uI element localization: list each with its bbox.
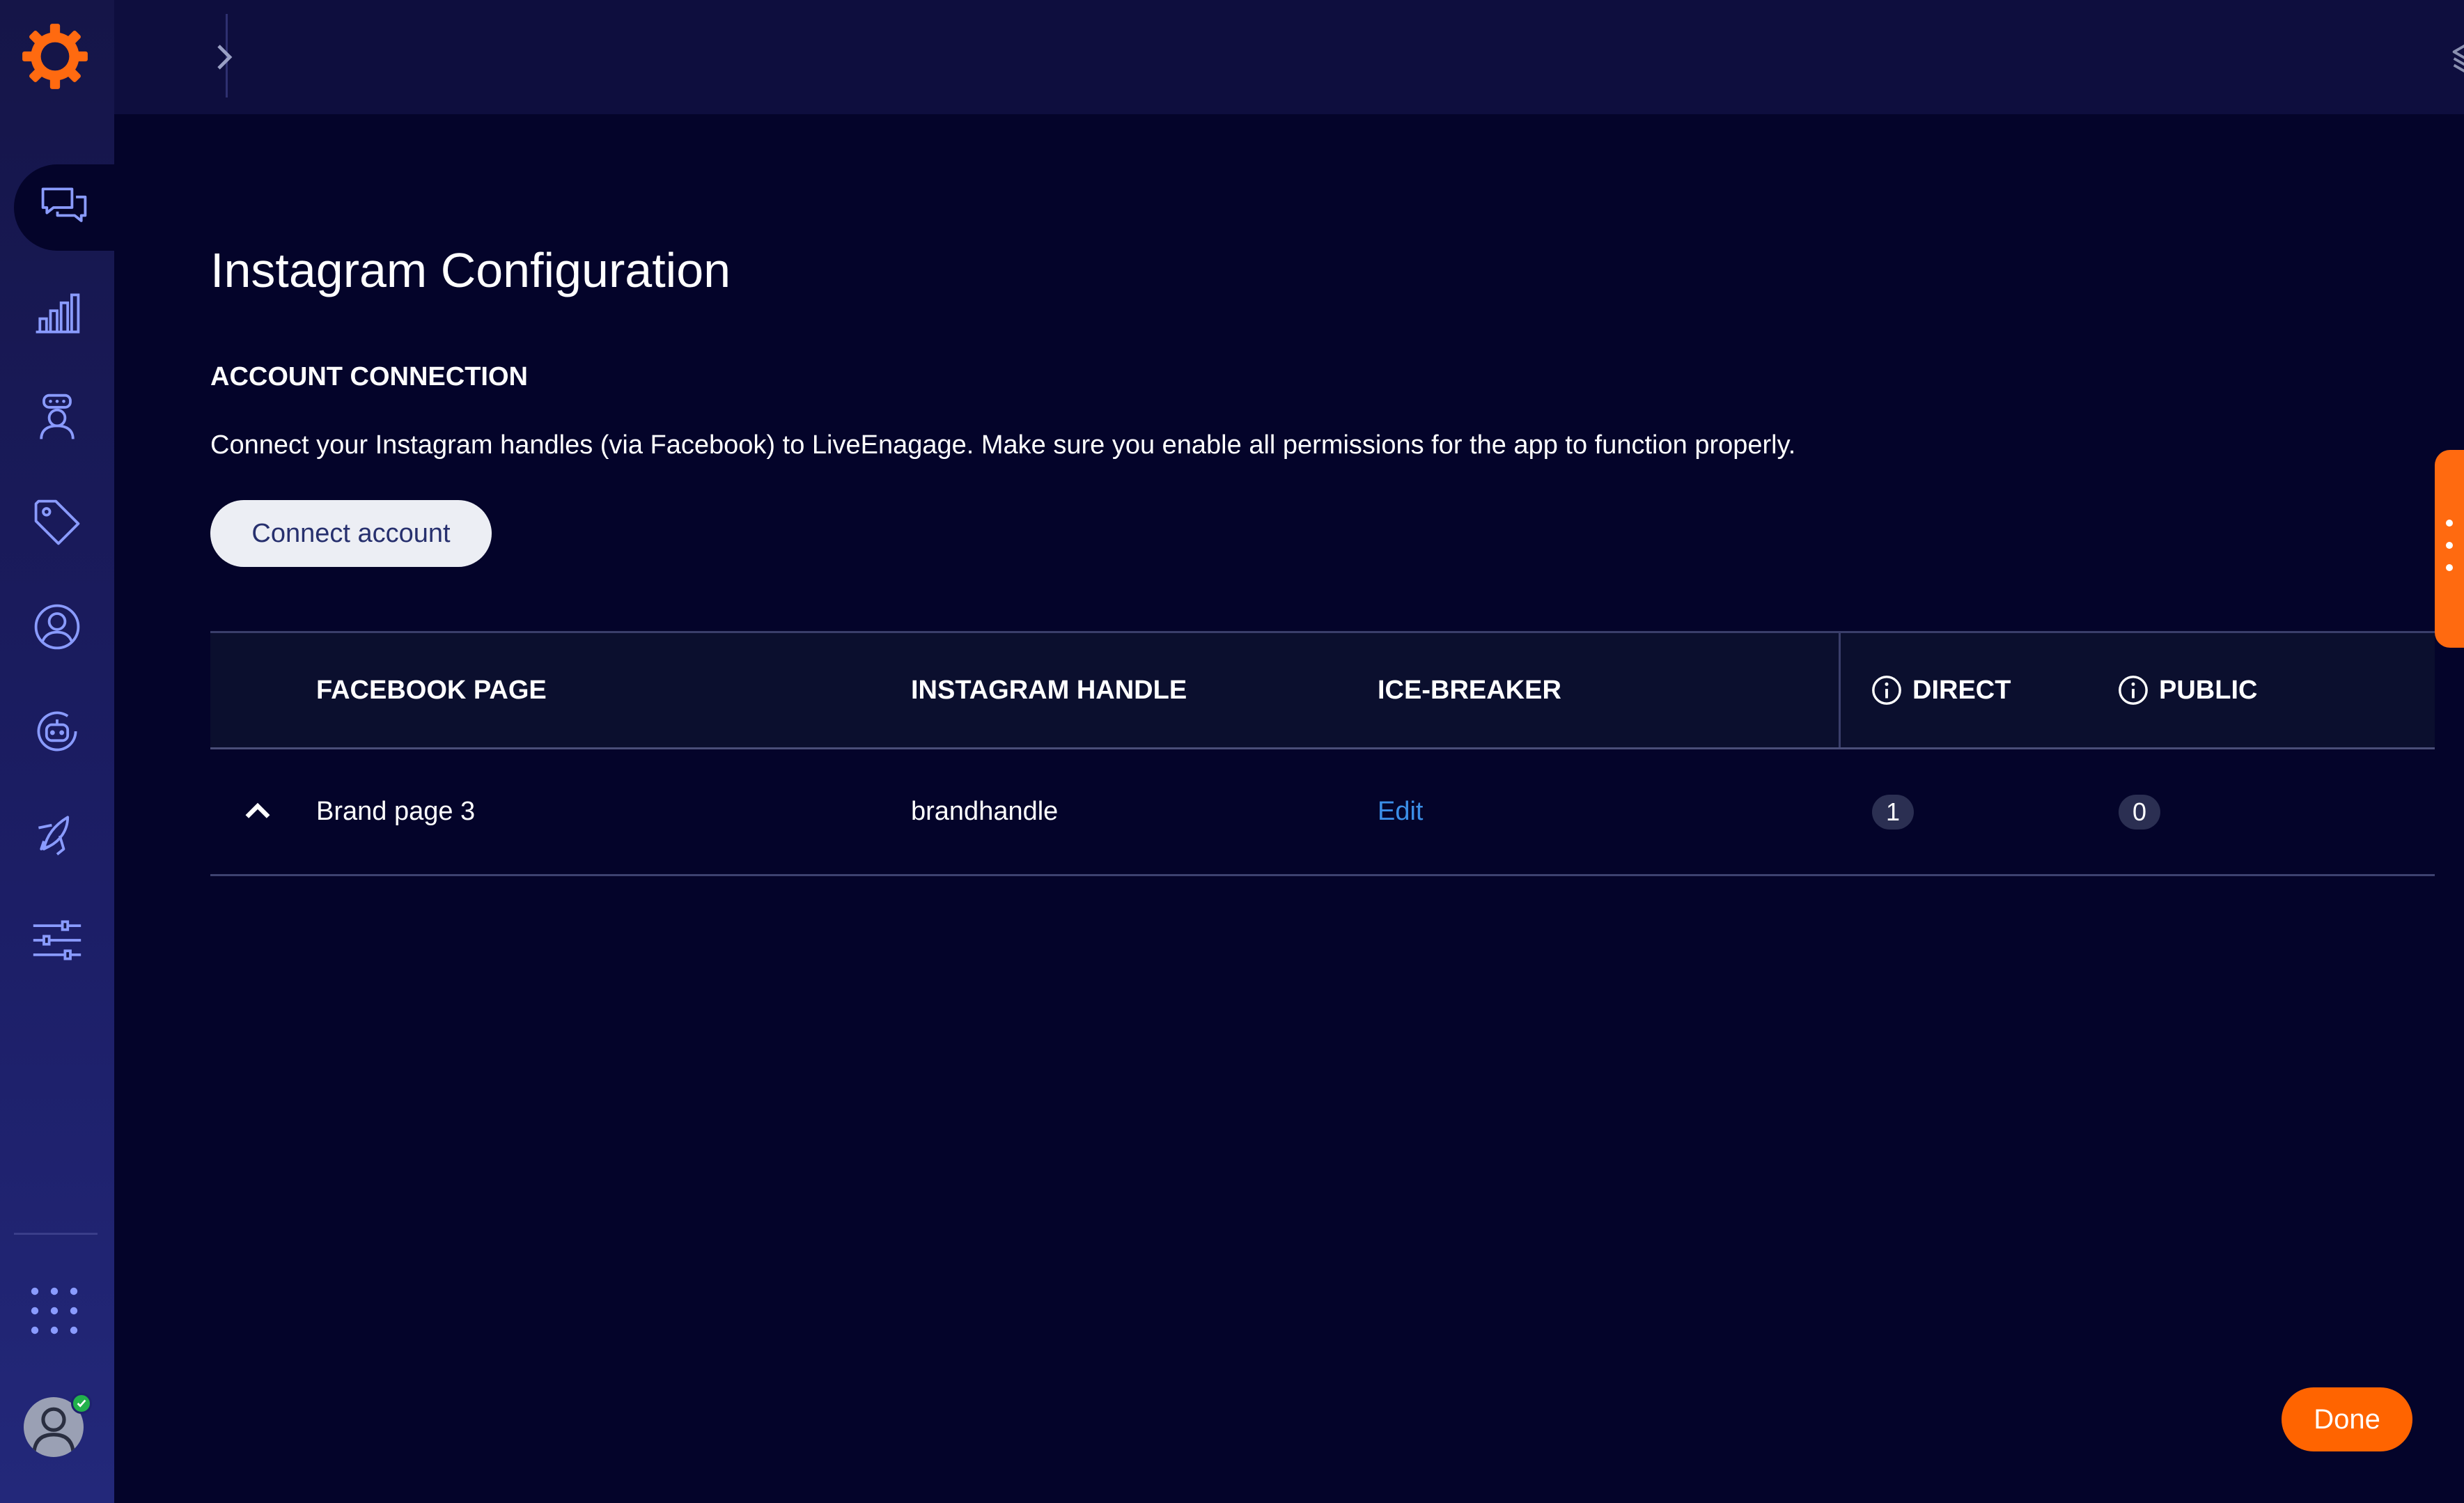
column-header-public-label: PUBLIC bbox=[2159, 675, 2258, 705]
sidebar-item-analytics[interactable] bbox=[0, 270, 114, 357]
cell-direct: 1 bbox=[1872, 749, 1914, 874]
layers-button[interactable] bbox=[2447, 36, 2464, 81]
accounts-table: FACEBOOK PAGE INSTAGRAM HANDLE ICE-BREAK… bbox=[210, 631, 2435, 876]
cell-instagram-handle: brandhandle bbox=[911, 797, 1059, 826]
column-header-public: PUBLIC bbox=[2117, 633, 2257, 747]
info-icon[interactable] bbox=[2117, 674, 2149, 706]
sidebar bbox=[0, 0, 114, 1503]
header-divider bbox=[1839, 633, 1841, 747]
section-title: ACCOUNT CONNECTION bbox=[210, 362, 528, 391]
sidebar-item-agents[interactable] bbox=[0, 375, 114, 461]
layers-icon bbox=[2452, 44, 2464, 73]
side-panel-tab[interactable] bbox=[2435, 450, 2464, 648]
sidebar-item-profile[interactable] bbox=[0, 584, 114, 670]
cell-facebook-page: Brand page 3 bbox=[316, 797, 476, 826]
table-row: Brand page 3 brandhandle Edit 1 0 bbox=[210, 749, 2435, 876]
table-header: FACEBOOK PAGE INSTAGRAM HANDLE ICE-BREAK… bbox=[210, 631, 2435, 749]
tag-icon bbox=[34, 499, 80, 545]
public-count-badge: 0 bbox=[2119, 794, 2160, 830]
chevron-up-icon bbox=[245, 802, 270, 818]
direct-count-badge: 1 bbox=[1872, 794, 1914, 830]
column-header-ice-breaker: ICE-BREAKER bbox=[1378, 675, 1561, 705]
sidebar-item-bots[interactable] bbox=[0, 688, 114, 774]
column-header-facebook-page: FACEBOOK PAGE bbox=[316, 675, 547, 705]
analytics-icon bbox=[36, 293, 80, 334]
top-bar bbox=[114, 0, 2464, 114]
cell-public: 0 bbox=[2119, 749, 2160, 874]
column-header-direct-label: DIRECT bbox=[1912, 675, 2011, 705]
sidebar-item-campaigns[interactable] bbox=[0, 793, 114, 879]
bot-icon bbox=[37, 711, 77, 752]
tab-dot bbox=[2446, 542, 2453, 549]
page-title: Instagram Configuration bbox=[210, 243, 731, 297]
online-status-icon bbox=[71, 1393, 92, 1414]
expand-sidebar-button[interactable] bbox=[202, 35, 247, 79]
conversations-icon bbox=[41, 187, 87, 222]
sidebar-item-tags[interactable] bbox=[0, 479, 114, 566]
liveperson-logo-icon[interactable] bbox=[20, 21, 91, 92]
connect-account-button[interactable]: Connect account bbox=[210, 500, 492, 567]
info-icon[interactable] bbox=[1871, 674, 1903, 706]
chevron-right-icon bbox=[217, 45, 233, 70]
column-header-direct: DIRECT bbox=[1871, 633, 2011, 747]
done-button[interactable]: Done bbox=[2282, 1387, 2412, 1451]
user-profile-icon bbox=[34, 604, 80, 650]
tab-dot bbox=[2446, 564, 2453, 571]
main-content: Instagram Configuration ACCOUNT CONNECTI… bbox=[114, 114, 2464, 1503]
tab-dot bbox=[2446, 520, 2453, 527]
app-window: Instagram Configuration ACCOUNT CONNECTI… bbox=[0, 0, 2464, 1503]
sidebar-item-settings[interactable] bbox=[0, 897, 114, 983]
settings-sliders-icon bbox=[33, 920, 81, 960]
sidebar-item-conversations[interactable] bbox=[14, 164, 114, 251]
column-header-instagram-handle: INSTAGRAM HANDLE bbox=[911, 675, 1187, 705]
campaign-icon bbox=[38, 816, 70, 856]
collapse-row-button[interactable] bbox=[240, 749, 276, 874]
sidebar-divider bbox=[14, 1233, 98, 1235]
apps-grid-icon[interactable] bbox=[26, 1283, 82, 1339]
cell-ice-breaker: Edit bbox=[1378, 749, 1423, 874]
agent-icon bbox=[40, 394, 75, 439]
edit-ice-breaker-link[interactable]: Edit bbox=[1378, 797, 1423, 827]
section-description: Connect your Instagram handles (via Face… bbox=[210, 430, 1796, 460]
